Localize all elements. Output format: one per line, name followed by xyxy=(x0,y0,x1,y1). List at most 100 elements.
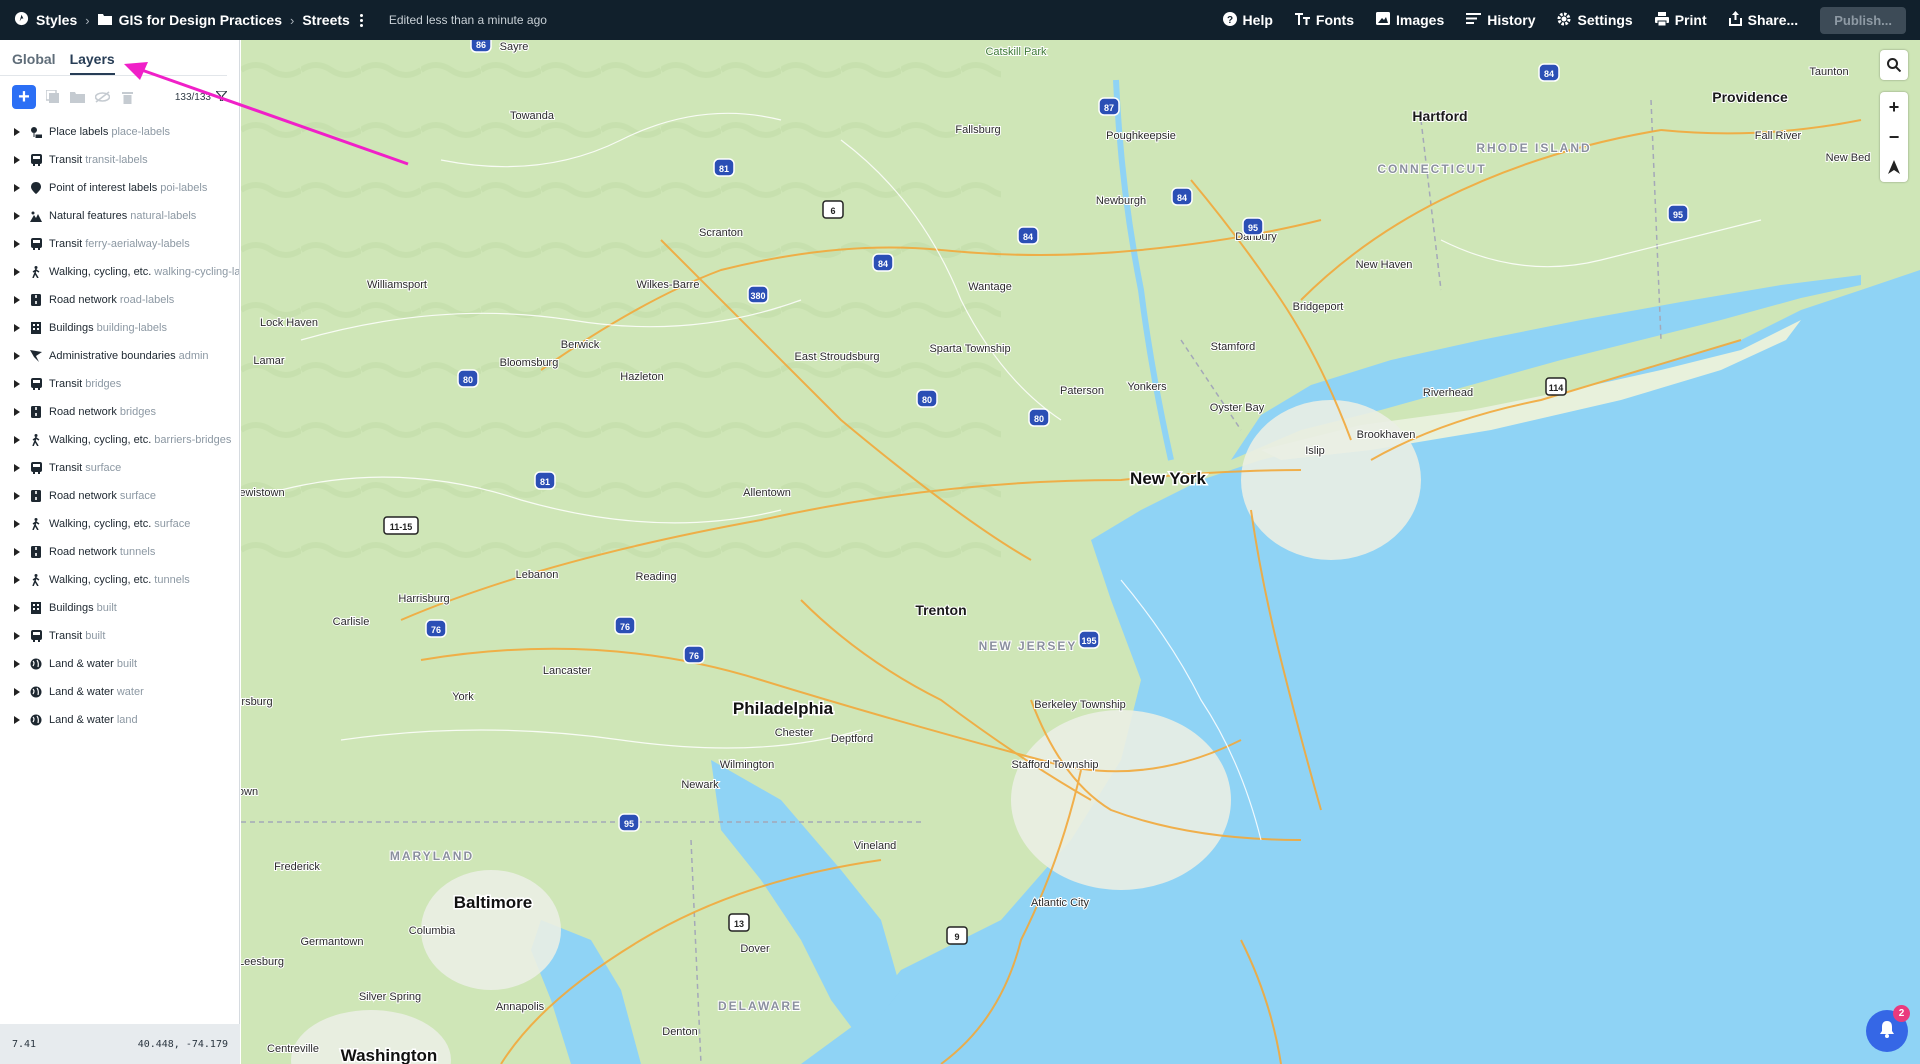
expand-caret-icon[interactable] xyxy=(14,492,20,500)
layer-item[interactable]: Transit ferry-aerialway-labels xyxy=(0,230,239,258)
shield-number: 76 xyxy=(689,651,699,661)
map-place-label: Taunton xyxy=(1809,66,1848,78)
expand-caret-icon[interactable] xyxy=(14,716,20,724)
compass-icon[interactable] xyxy=(1880,152,1908,182)
highway-shield: 95 xyxy=(1667,204,1689,223)
transit-icon xyxy=(30,462,42,474)
expand-caret-icon[interactable] xyxy=(14,212,20,220)
layer-item[interactable]: Place labels place-labels xyxy=(0,118,239,146)
expand-caret-icon[interactable] xyxy=(14,576,20,584)
expand-caret-icon[interactable] xyxy=(14,408,20,416)
notifications-button[interactable]: 2 xyxy=(1866,1005,1910,1052)
history-button[interactable]: History xyxy=(1466,12,1535,28)
expand-caret-icon[interactable] xyxy=(14,128,20,136)
map-place-label: Berwick xyxy=(561,339,600,351)
layer-item[interactable]: Walking, cycling, etc. surface xyxy=(0,510,239,538)
layer-id: built xyxy=(85,630,106,642)
layer-item[interactable]: Transit built xyxy=(0,622,239,650)
hide-eye-icon[interactable] xyxy=(94,89,111,106)
layer-name: Transit xyxy=(49,630,83,642)
shield-number: 84 xyxy=(1544,69,1554,79)
expand-caret-icon[interactable] xyxy=(14,520,20,528)
delete-trash-icon[interactable] xyxy=(119,89,136,106)
images-label: Images xyxy=(1396,12,1445,28)
style-name-breadcrumb[interactable]: Streets xyxy=(302,12,349,28)
images-button[interactable]: Images xyxy=(1376,12,1444,28)
project-breadcrumb[interactable]: GIS for Design Practices xyxy=(97,12,282,28)
map-place-label: Leesburg xyxy=(241,956,284,968)
expand-caret-icon[interactable] xyxy=(14,548,20,556)
expand-caret-icon[interactable] xyxy=(14,688,20,696)
layer-id: poi-labels xyxy=(160,182,208,194)
layer-item[interactable]: Transit transit-labels xyxy=(0,146,239,174)
layer-item[interactable]: Buildings built xyxy=(0,594,239,622)
expand-caret-icon[interactable] xyxy=(14,604,20,612)
layer-item[interactable]: Road network tunnels xyxy=(0,538,239,566)
highway-shield: 81 xyxy=(713,158,735,177)
map-place-label: Bridgeport xyxy=(1293,301,1344,313)
expand-caret-icon[interactable] xyxy=(14,352,20,360)
expand-caret-icon[interactable] xyxy=(14,156,20,164)
shield-number: 86 xyxy=(476,40,486,50)
expand-caret-icon[interactable] xyxy=(14,268,20,276)
layer-id: building-labels xyxy=(96,322,167,334)
tab-global[interactable]: Global xyxy=(12,48,56,75)
expand-caret-icon[interactable] xyxy=(14,632,20,640)
layer-item[interactable]: Road network surface xyxy=(0,482,239,510)
map-place-label: Scranton xyxy=(699,227,743,239)
more-options-icon[interactable] xyxy=(359,13,363,27)
layer-item[interactable]: Land & water land xyxy=(0,706,239,734)
expand-caret-icon[interactable] xyxy=(14,380,20,388)
shield-number: 380 xyxy=(750,291,765,301)
layer-id: built xyxy=(116,658,138,670)
expand-caret-icon[interactable] xyxy=(14,660,20,668)
layer-item[interactable]: Transit bridges xyxy=(0,370,239,398)
add-layer-button[interactable]: + xyxy=(12,85,36,109)
fonts-button[interactable]: Fonts xyxy=(1294,12,1354,28)
zoom-out-button[interactable]: − xyxy=(1880,122,1908,152)
styles-breadcrumb[interactable]: Styles xyxy=(14,11,77,29)
layer-item[interactable]: Administrative boundaries admin xyxy=(0,342,239,370)
zoom-in-button[interactable]: + xyxy=(1880,92,1908,122)
layer-item[interactable]: Point of interest labels poi-labels xyxy=(0,174,239,202)
search-icon[interactable] xyxy=(1880,50,1908,80)
layer-item[interactable]: Transit surface xyxy=(0,454,239,482)
map-place-label: Providence xyxy=(1712,89,1788,105)
map-place-label: Newark xyxy=(681,779,719,791)
filter-icon[interactable] xyxy=(214,89,229,104)
highway-shield: 86 xyxy=(470,40,492,53)
layer-item[interactable]: Road network bridges xyxy=(0,398,239,426)
group-folder-icon[interactable] xyxy=(69,89,86,106)
highway-shield: 80 xyxy=(916,389,938,408)
layer-id: surface xyxy=(85,462,122,474)
map-place-label: Yonkers xyxy=(1127,381,1167,393)
help-button[interactable]: ? Help xyxy=(1222,11,1273,29)
map-search-control xyxy=(1880,50,1908,80)
print-button[interactable]: Print xyxy=(1654,11,1707,29)
layer-item[interactable]: Land & water water xyxy=(0,678,239,706)
publish-button[interactable]: Publish... xyxy=(1820,6,1906,34)
layer-item[interactable]: Land & water built xyxy=(0,650,239,678)
map-canvas[interactable]: New York Philadelphia Baltimore Washington T… xyxy=(241,40,1920,1064)
layer-item[interactable]: Natural features natural-labels xyxy=(0,202,239,230)
expand-caret-icon[interactable] xyxy=(14,464,20,472)
layer-item[interactable]: Buildings building-labels xyxy=(0,314,239,342)
tab-layers[interactable]: Layers xyxy=(69,48,115,75)
duplicate-icon[interactable] xyxy=(44,89,61,106)
shield-number: 95 xyxy=(1248,223,1258,233)
expand-caret-icon[interactable] xyxy=(14,240,20,248)
expand-caret-icon[interactable] xyxy=(14,184,20,192)
layer-item[interactable]: Walking, cycling, etc. tunnels xyxy=(0,566,239,594)
layer-item[interactable]: Road network road-labels xyxy=(0,286,239,314)
shield-number: 11-15 xyxy=(390,522,413,532)
share-button[interactable]: Share... xyxy=(1728,11,1798,29)
expand-caret-icon[interactable] xyxy=(14,296,20,304)
expand-caret-icon[interactable] xyxy=(14,436,20,444)
map-place-label: Harrisburg xyxy=(398,593,449,605)
map-place-label: Sayre xyxy=(500,41,529,53)
layer-item[interactable]: Walking, cycling, etc. walking-cycling-la… xyxy=(0,258,239,286)
layer-item[interactable]: Walking, cycling, etc. barriers-bridges xyxy=(0,426,239,454)
highway-shield: 80 xyxy=(457,369,479,388)
settings-button[interactable]: Settings xyxy=(1557,12,1633,29)
expand-caret-icon[interactable] xyxy=(14,324,20,332)
